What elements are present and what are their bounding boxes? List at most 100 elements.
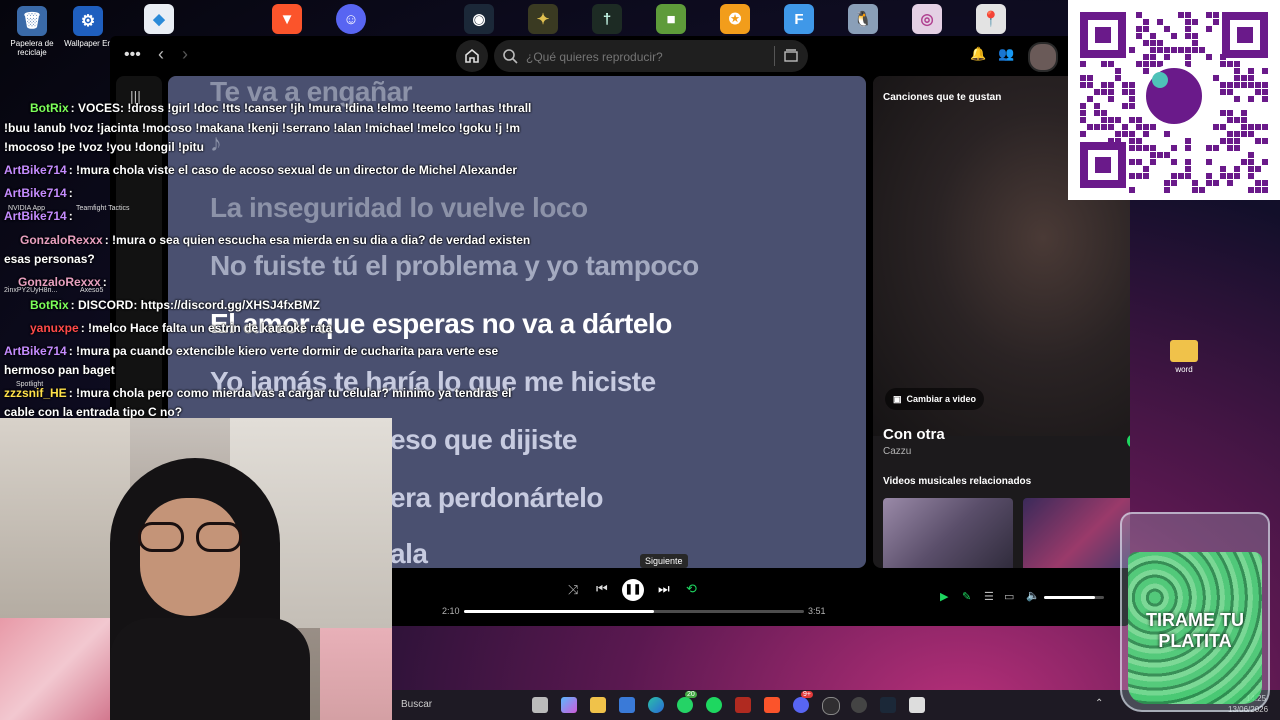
spotify-icon[interactable] <box>706 697 722 713</box>
chat-username[interactable]: BotRix <box>30 298 69 312</box>
pause-button[interactable]: ❚❚ <box>622 579 644 601</box>
brave-icon[interactable]: ▼ <box>272 4 302 34</box>
store-icon[interactable] <box>619 697 635 713</box>
maps-icon[interactable]: 📍 <box>976 4 1006 34</box>
qr-module <box>1185 26 1191 32</box>
qr-module <box>1241 110 1247 116</box>
copilot-icon[interactable] <box>561 697 577 713</box>
qr-module <box>1248 187 1254 193</box>
song-title[interactable]: Con otra <box>883 426 945 443</box>
penguin-icon[interactable]: 🐧 <box>848 4 878 34</box>
volume-slider[interactable] <box>1044 596 1104 599</box>
chat-username[interactable]: ArtBike714 <box>4 163 67 177</box>
related-video-thumb[interactable] <box>1023 498 1130 568</box>
minecraft-icon[interactable]: ■ <box>656 4 686 34</box>
qr-module <box>1080 110 1086 116</box>
qr-module <box>1220 82 1226 88</box>
app2-icon[interactable] <box>909 697 925 713</box>
obs-icon[interactable] <box>822 697 840 715</box>
qr-module <box>1213 19 1219 25</box>
bell-icon[interactable]: 🔔 <box>970 46 986 62</box>
switch-to-video-button[interactable]: ▣ Cambiar a video <box>885 388 985 410</box>
discord-taskbar-icon[interactable]: 9+ <box>793 691 813 713</box>
related-video-thumb[interactable] <box>883 498 1013 568</box>
game2-icon[interactable]: † <box>592 4 622 34</box>
connect-device-icon[interactable]: ▭ <box>1004 590 1014 603</box>
qr-module <box>1220 124 1226 130</box>
qr-module <box>1143 54 1149 60</box>
shuffle-icon[interactable]: ⤨ <box>568 582 578 598</box>
search-bar[interactable] <box>494 40 808 72</box>
chat-message: GonzaloRexxx: <box>4 275 107 290</box>
lyric-line[interactable]: eso que dijiste <box>390 424 578 456</box>
chat-message: ArtBike714: <box>4 209 73 224</box>
chat-username[interactable]: ArtBike714 <box>4 344 67 358</box>
queue-icon[interactable]: ☰ <box>984 590 994 603</box>
cs-icon[interactable]: ✪ <box>720 4 750 34</box>
now-playing-view-icon[interactable]: ▶ <box>940 590 948 603</box>
liked-check-icon[interactable]: ✓ <box>1127 434 1130 448</box>
chat-username[interactable]: GonzaloRexxx <box>18 275 101 289</box>
chat-username[interactable]: yanuxpe <box>30 321 79 335</box>
lyrics-icon[interactable]: ✎ <box>962 590 971 603</box>
lyric-line[interactable]: No fuiste tú el problema y yo tampoco <box>210 250 699 282</box>
repeat-icon[interactable]: ⟲ <box>686 581 697 597</box>
game-icon[interactable]: ✦ <box>528 4 558 34</box>
chat-message: BotRix: VOCES: !dross !girl !doc !tts !c… <box>4 101 531 116</box>
qr-module <box>1185 145 1191 151</box>
lyric-line[interactable]: La inseguridad lo vuelve loco <box>210 192 588 224</box>
chat-username[interactable]: ArtBike714 <box>4 209 67 223</box>
friends-icon[interactable]: 👥 <box>998 46 1014 62</box>
discord-icon[interactable]: ☺ <box>336 4 366 34</box>
qr-module <box>1185 54 1191 60</box>
chat-username[interactable]: zzzsnif_HE <box>4 386 67 400</box>
avatar[interactable] <box>1028 42 1058 72</box>
circle-icon[interactable]: ◎ <box>912 4 942 34</box>
desktop-icon-recycle-bin[interactable]: 🗑 Papelera de reciclaje <box>4 6 60 57</box>
chat-username[interactable]: GonzaloRexxx <box>20 233 103 247</box>
more-options-icon[interactable]: ••• <box>124 46 141 64</box>
search-input[interactable] <box>524 46 758 68</box>
dota-icon[interactable] <box>735 697 751 713</box>
chevron-up-icon[interactable]: ⌃ <box>1095 698 1103 709</box>
next-icon[interactable]: ⏭ <box>658 581 670 597</box>
chat-username[interactable]: ArtBike714 <box>4 186 67 200</box>
qr-module <box>1185 61 1191 67</box>
qr-module <box>1150 33 1156 39</box>
forward-arrow-icon[interactable]: › <box>182 44 188 65</box>
qr-module <box>1143 61 1149 67</box>
qr-module <box>1080 131 1086 137</box>
taskbar-search[interactable]: Buscar <box>392 694 522 716</box>
artist-name[interactable]: Cazzu <box>883 446 911 457</box>
chat-username[interactable]: BotRix <box>30 101 69 115</box>
progress-bar[interactable] <box>464 610 804 613</box>
whatsapp-icon[interactable]: 20 <box>677 691 697 713</box>
brave-taskbar-icon[interactable] <box>764 697 780 713</box>
f-icon[interactable]: F <box>784 4 814 34</box>
back-arrow-icon[interactable]: ‹ <box>158 44 164 65</box>
qr-module <box>1255 166 1261 172</box>
qr-module <box>1262 89 1268 95</box>
qr-module <box>1220 89 1226 95</box>
edge-icon[interactable] <box>648 697 664 713</box>
desktop-icon-wallpaper-engine[interactable]: ⚙ Wallpaper En <box>60 6 116 48</box>
qr-module <box>1206 54 1212 60</box>
kleopatra-icon[interactable]: ◆ <box>144 4 174 34</box>
qr-module <box>1248 96 1254 102</box>
app-icon[interactable] <box>851 697 867 713</box>
qr-module <box>1192 19 1198 25</box>
qr-module <box>1213 180 1219 186</box>
lyric-line[interactable]: ala <box>390 538 428 568</box>
steam-taskbar-icon[interactable] <box>880 697 896 713</box>
task-view-icon[interactable] <box>532 697 548 713</box>
file-explorer-icon[interactable] <box>590 697 606 713</box>
lyric-line[interactable]: era perdonártelo <box>390 482 603 514</box>
browse-icon[interactable] <box>783 48 799 64</box>
steam-icon[interactable]: ◉ <box>464 4 494 34</box>
desktop-icon-word[interactable]: word <box>1156 340 1212 374</box>
qr-module <box>1234 138 1240 144</box>
qr-module <box>1115 75 1121 81</box>
volume-icon[interactable]: 🔈 <box>1026 589 1040 602</box>
home-button[interactable] <box>456 40 488 72</box>
previous-icon[interactable]: ⏮ <box>596 581 608 597</box>
